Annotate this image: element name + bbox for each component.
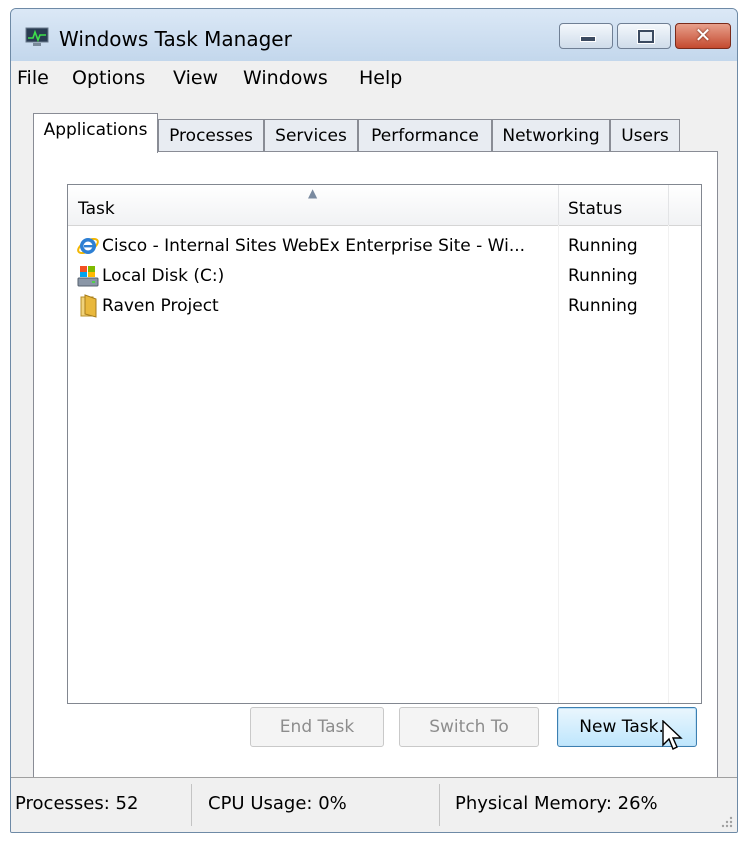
title-bar[interactable]: Windows Task Manager ✕ <box>11 9 737 61</box>
list-item[interactable]: Cisco - Internal Sites WebEx Enterprise … <box>68 231 701 261</box>
menu-windows[interactable]: Windows <box>243 67 328 89</box>
client-area: Applications Processes Services Performa… <box>11 97 737 779</box>
status-bar: Processes: 52 CPU Usage: 0% Physical Mem… <box>11 777 737 832</box>
physical-memory: Physical Memory: 26% <box>455 793 658 814</box>
end-task-button[interactable]: End Task <box>250 707 384 747</box>
tab-services[interactable]: Services <box>264 119 358 151</box>
task-name: Raven Project <box>102 296 219 316</box>
switch-to-button[interactable]: Switch To <box>399 707 539 747</box>
task-status: Running <box>568 266 638 286</box>
tab-processes[interactable]: Processes <box>158 119 264 151</box>
column-header-status[interactable]: Status <box>568 199 622 219</box>
sort-ascending-icon: ▲ <box>308 186 318 200</box>
task-manager-window: Windows Task Manager ✕ File Options View… <box>10 8 738 833</box>
status-divider <box>191 784 192 826</box>
list-item[interactable]: Raven Project Running <box>68 291 701 321</box>
task-status: Running <box>568 236 638 256</box>
task-manager-icon <box>25 27 49 46</box>
status-divider <box>439 784 440 826</box>
menu-options[interactable]: Options <box>72 67 145 89</box>
column-divider[interactable] <box>558 185 559 225</box>
close-icon: ✕ <box>694 23 712 47</box>
close-button[interactable]: ✕ <box>675 23 731 49</box>
column-divider[interactable] <box>668 185 669 225</box>
tab-performance[interactable]: Performance <box>358 119 492 151</box>
menu-view[interactable]: View <box>173 67 218 89</box>
mouse-pointer-icon <box>662 720 683 750</box>
menu-bar: File Options View Windows Help <box>11 61 737 97</box>
task-list[interactable]: Task ▲ Status Cisco - Internal Sites Web… <box>67 184 702 704</box>
list-item[interactable]: Local Disk (C:) Running <box>68 261 701 291</box>
tab-users[interactable]: Users <box>610 119 680 151</box>
task-name: Local Disk (C:) <box>102 266 225 286</box>
task-name: Cisco - Internal Sites WebEx Enterprise … <box>102 236 526 256</box>
tab-networking[interactable]: Networking <box>492 119 610 151</box>
window-title: Windows Task Manager <box>59 27 292 51</box>
applications-page: Task ▲ Status Cisco - Internal Sites Web… <box>33 151 718 779</box>
local-disk-icon <box>77 266 99 287</box>
internet-explorer-icon <box>77 238 99 254</box>
column-header-task[interactable]: Task <box>78 199 115 219</box>
menu-file[interactable]: File <box>17 67 49 89</box>
processes-count: Processes: 52 <box>15 793 139 814</box>
tab-applications[interactable]: Applications <box>33 113 158 153</box>
menu-help[interactable]: Help <box>359 67 402 89</box>
minimize-button[interactable] <box>559 23 613 49</box>
task-status: Running <box>568 296 638 316</box>
cpu-usage: CPU Usage: 0% <box>208 793 347 814</box>
list-header: Task ▲ Status <box>68 185 701 226</box>
maximize-icon <box>638 30 654 43</box>
minimize-icon <box>580 36 596 42</box>
resize-grip-icon[interactable] <box>719 814 733 828</box>
maximize-button[interactable] <box>617 23 671 49</box>
folder-icon <box>80 294 97 318</box>
